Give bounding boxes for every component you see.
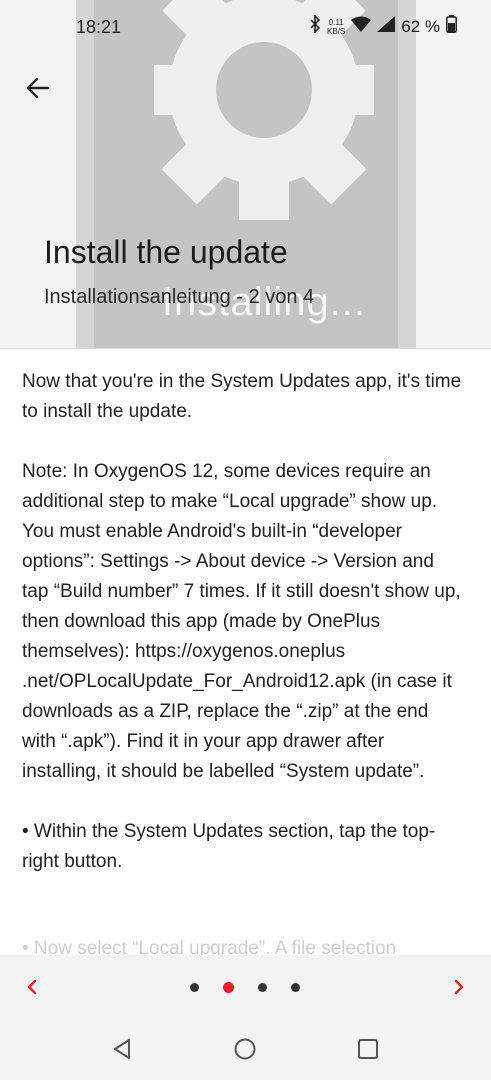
previous-page-button[interactable] bbox=[20, 975, 44, 999]
page-dot bbox=[190, 983, 199, 992]
back-button[interactable] bbox=[22, 72, 54, 104]
page-navigation bbox=[0, 955, 491, 1021]
page-dot bbox=[291, 983, 300, 992]
square-recents-icon bbox=[358, 1039, 378, 1059]
paragraph: Note: In OxygenOS 12, some devices requi… bbox=[22, 461, 461, 782]
wifi-icon bbox=[351, 16, 372, 37]
instructions-content: Now that you're in the System Updates ap… bbox=[22, 367, 462, 907]
page-subtitle: Installationsanleitung - 2 von 4 bbox=[44, 286, 315, 308]
net-speed-unit: KB/S bbox=[327, 26, 346, 36]
system-navigation-bar bbox=[0, 1021, 491, 1080]
signal-icon bbox=[377, 16, 396, 37]
status-bar: 18:21 0.11 KB/S 62 % bbox=[0, 0, 491, 56]
chevron-left-icon bbox=[27, 979, 37, 995]
circle-home-icon bbox=[234, 1038, 256, 1060]
net-speed: 0.11 KB/S bbox=[327, 18, 345, 36]
battery-percent: 62 % bbox=[401, 16, 440, 36]
paragraph: • Within the System Updates section, tap… bbox=[22, 821, 436, 872]
chevron-right-icon bbox=[454, 979, 464, 995]
bluetooth-icon bbox=[309, 14, 321, 38]
page-dot bbox=[258, 983, 267, 992]
page-title: Install the update bbox=[44, 234, 288, 270]
arrow-left-icon bbox=[26, 77, 50, 99]
nav-home-button[interactable] bbox=[231, 1035, 259, 1063]
battery-icon bbox=[446, 15, 457, 38]
header: Installing... 18:21 0.11 KB/S 62 % Insta… bbox=[0, 0, 491, 349]
triangle-back-icon bbox=[114, 1039, 130, 1059]
next-page-button[interactable] bbox=[447, 975, 471, 999]
status-time: 18:21 bbox=[76, 17, 122, 37]
paragraph: Now that you're in the System Updates ap… bbox=[22, 371, 462, 422]
status-icons: 0.11 KB/S 62 % bbox=[309, 14, 457, 38]
nav-recents-button[interactable] bbox=[354, 1035, 382, 1063]
net-speed-value: 0.11 bbox=[328, 17, 344, 27]
page-indicator bbox=[190, 982, 300, 993]
nav-back-button[interactable] bbox=[109, 1035, 137, 1063]
page-dot-active bbox=[223, 982, 234, 993]
faded-paragraph: • Now select “Local upgrade”. A file sel… bbox=[22, 938, 397, 956]
